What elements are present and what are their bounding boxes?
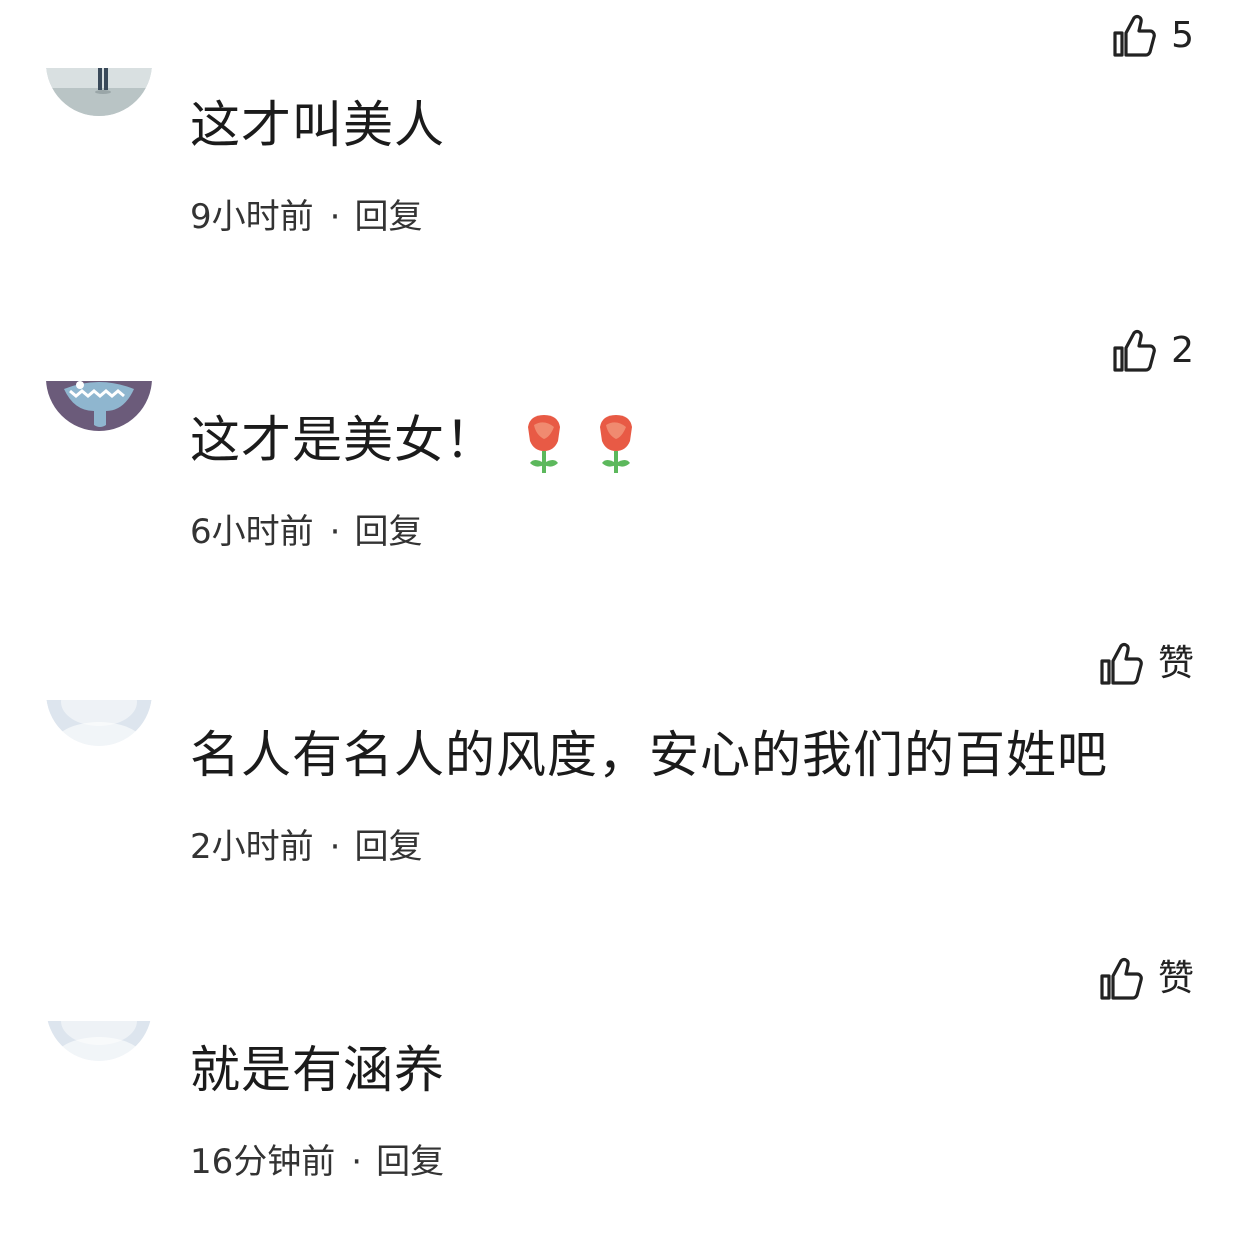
like-button[interactable]: 2 (1111, 327, 1194, 375)
like-button[interactable]: 5 (1111, 12, 1194, 60)
thumbs-up-icon (1100, 643, 1143, 685)
comment-text: 这才是美女！ (190, 410, 640, 475)
separator: · (351, 1142, 363, 1182)
like-count: 2 (1171, 330, 1194, 371)
thumbs-up-icon (1100, 958, 1143, 1000)
comment-text: 这才叫美人 (190, 96, 445, 154)
avatar[interactable] (46, 955, 152, 1061)
avatar-photo (46, 68, 152, 116)
like-label: 赞 (1157, 643, 1194, 684)
timestamp: 2小时前 (190, 827, 314, 867)
comment-item: 2 这才是美女！ 6小时前 · 回复 (0, 315, 1242, 630)
comment-text: 名人有名人的风度，安心的我们的百姓吧 (190, 726, 1108, 784)
rose-icon (528, 414, 560, 473)
comment-meta: 6小时前 · 回复 (190, 512, 422, 552)
separator: · (329, 827, 341, 867)
like-button[interactable]: 赞 (1098, 640, 1194, 688)
reply-button[interactable]: 回复 (354, 827, 422, 867)
rose-icon (600, 414, 632, 473)
avatar-cartoon (46, 381, 152, 431)
comment-meta: 2小时前 · 回复 (190, 827, 422, 867)
like-count: 5 (1171, 15, 1194, 56)
separator: · (329, 512, 341, 552)
comment-meta: 16分钟前 · 回复 (190, 1142, 444, 1182)
comment-text-content: 这才是美女！ (190, 411, 496, 469)
reply-button[interactable]: 回复 (354, 512, 422, 552)
like-label: 赞 (1157, 958, 1194, 999)
timestamp: 6小时前 (190, 512, 314, 552)
thumbs-up-icon (1113, 330, 1156, 372)
comment-item: 5 这才叫美人 9小时前 · 回复 (0, 0, 1242, 315)
timestamp: 16分钟前 (190, 1142, 336, 1182)
timestamp: 9小时前 (190, 197, 314, 237)
comment-text: 就是有涵养 (190, 1041, 445, 1099)
like-button[interactable]: 赞 (1098, 955, 1194, 1003)
thumbs-up-icon (1113, 15, 1156, 57)
avatar[interactable] (46, 640, 152, 746)
comment-item: 赞 名人有名人的风度，安心的我们的百姓吧 2小时前 · 回复 (0, 630, 1242, 945)
comment-item: 赞 就是有涵养 16分钟前 · 回复 (0, 945, 1242, 1260)
default-avatar-icon (46, 700, 152, 746)
reply-button[interactable]: 回复 (376, 1142, 444, 1182)
avatar[interactable] (46, 325, 152, 431)
default-avatar-icon (47, 1021, 151, 1061)
reply-button[interactable]: 回复 (354, 197, 422, 237)
comment-meta: 9小时前 · 回复 (190, 197, 422, 237)
separator: · (329, 197, 341, 237)
avatar[interactable] (46, 10, 152, 116)
